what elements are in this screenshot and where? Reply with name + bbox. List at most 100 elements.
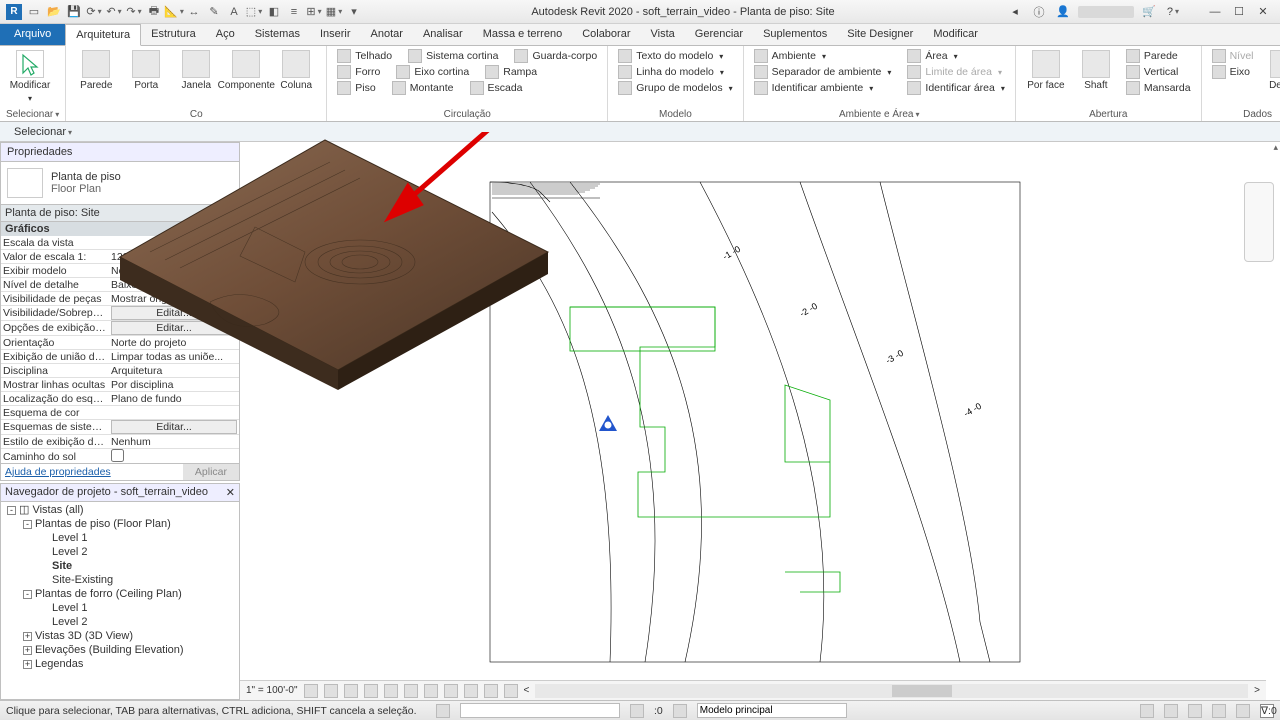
componente-button[interactable]: Componente [222, 48, 270, 93]
tab-arquitetura[interactable]: Arquitetura [65, 24, 141, 46]
tab-massa-e-terreno[interactable]: Massa e terreno [473, 24, 572, 45]
close-hidden-icon[interactable]: ⊞ [306, 4, 322, 20]
select-face-icon[interactable] [1212, 704, 1226, 718]
vertical-button[interactable]: Vertical [1122, 64, 1195, 80]
qat-custom-icon[interactable]: ▾ [346, 4, 362, 20]
select-pinned-icon[interactable] [1188, 704, 1202, 718]
apply-button[interactable]: Aplicar [183, 464, 239, 480]
limite-de-área-button[interactable]: Limite de área▾ [903, 64, 1008, 80]
tree-node[interactable]: Level 1 [1, 601, 239, 615]
open-icon[interactable]: ▭ [26, 4, 42, 20]
porta-button[interactable]: Porta [122, 48, 170, 93]
tab-gerenciar[interactable]: Gerenciar [685, 24, 753, 45]
área-button[interactable]: Área▾ [903, 48, 1008, 64]
forro-button[interactable]: Forro [333, 64, 384, 80]
piso-button[interactable]: Piso [333, 80, 379, 96]
definir-button[interactable]: Definir [1260, 48, 1280, 93]
save-icon[interactable]: 💾 [66, 4, 82, 20]
minimize-button[interactable]: — [1206, 5, 1224, 19]
tab-aço[interactable]: Aço [206, 24, 245, 45]
view-canvas[interactable]: -1 -0 -2 -0 -3 -0 -4 -0 [240, 142, 1280, 680]
sistema-cortina-button[interactable]: Sistema cortina [404, 48, 502, 64]
expand-icon[interactable]: - [23, 520, 32, 529]
help-icon[interactable]: ? [1164, 5, 1182, 19]
crop-region-icon[interactable] [424, 684, 438, 698]
tree-node[interactable]: Site-Existing [1, 573, 239, 587]
expand-icon[interactable]: + [23, 646, 32, 655]
print-icon[interactable]: 🖶 [146, 4, 162, 20]
expand-icon[interactable]: + [23, 660, 32, 669]
tab-modificar[interactable]: Modificar [923, 24, 988, 45]
close-icon[interactable]: ✕ [226, 486, 235, 499]
telhado-button[interactable]: Telhado [333, 48, 396, 64]
tab-anotar[interactable]: Anotar [361, 24, 413, 45]
tab-arquivo[interactable]: Arquivo [0, 24, 65, 45]
identificar-ambiente-button[interactable]: Identificar ambiente▾ [750, 80, 896, 96]
expand-icon[interactable]: - [7, 506, 16, 515]
tab-suplementos[interactable]: Suplementos [753, 24, 837, 45]
nível-button[interactable]: Nível [1208, 48, 1258, 64]
main-model-icon[interactable] [673, 704, 687, 718]
scroll-right-icon[interactable]: > [1254, 685, 1260, 696]
visual-style-icon[interactable] [324, 684, 338, 698]
tree-node[interactable]: Site [1, 559, 239, 573]
navigation-bar[interactable] [1244, 182, 1274, 262]
expand-icon[interactable]: + [23, 632, 32, 641]
grupo-de-modelos-button[interactable]: Grupo de modelos▾ [614, 80, 736, 96]
tag-icon[interactable]: ✎ [206, 4, 222, 20]
tab-site-designer[interactable]: Site Designer [837, 24, 923, 45]
tab-colaborar[interactable]: Colaborar [572, 24, 640, 45]
temp-hide-icon[interactable] [464, 684, 478, 698]
worksets-icon[interactable] [436, 704, 450, 718]
tree-node[interactable]: +Elevações (Building Elevation) [1, 643, 239, 657]
drag-elements-icon[interactable] [1236, 704, 1250, 718]
tab-vista[interactable]: Vista [641, 24, 685, 45]
tree-node[interactable]: -◫ Vistas (all) [1, 502, 239, 517]
parede-button[interactable]: Parede [72, 48, 120, 93]
scale-display[interactable]: 1" = 100'-0" [246, 685, 298, 696]
tab-analisar[interactable]: Analisar [413, 24, 473, 45]
tab-inserir[interactable]: Inserir [310, 24, 361, 45]
dim-icon[interactable]: ↔ [186, 4, 202, 20]
sync-icon[interactable]: ⟳ [86, 4, 102, 20]
tree-node[interactable]: -Plantas de forro (Ceiling Plan) [1, 587, 239, 601]
parede-button[interactable]: Parede [1122, 48, 1195, 64]
tree-node[interactable]: Level 1 [1, 531, 239, 545]
text-icon[interactable]: A [226, 4, 242, 20]
sun-path-icon[interactable] [344, 684, 358, 698]
apps-icon[interactable]: 🛒 [1140, 5, 1158, 19]
switch-win-icon[interactable]: ▦ [326, 4, 342, 20]
filter-icon[interactable]: ∇:0 [1260, 704, 1274, 718]
3d-icon[interactable]: ⬚ [246, 4, 262, 20]
design-options-icon[interactable] [630, 704, 644, 718]
shaft-button[interactable]: Shaft [1072, 48, 1120, 96]
signin-icon[interactable]: 👤 [1054, 5, 1072, 19]
tree-node[interactable]: Level 2 [1, 615, 239, 629]
tab-sistemas[interactable]: Sistemas [245, 24, 310, 45]
select-links-icon[interactable] [1140, 704, 1154, 718]
measure-icon[interactable]: 📐 [166, 4, 182, 20]
section-icon[interactable]: ◧ [266, 4, 282, 20]
prop-value[interactable]: Editar... [111, 420, 237, 434]
select-mode[interactable]: Selecionar [6, 124, 80, 140]
maximize-button[interactable]: ☐ [1230, 5, 1248, 19]
prop-value[interactable]: Plano de fundo [109, 393, 239, 405]
tree-node[interactable]: +Vistas 3D (3D View) [1, 629, 239, 643]
expand-icon[interactable]: - [23, 590, 32, 599]
guarda-corpo-button[interactable]: Guarda-corpo [510, 48, 601, 64]
ribbon-collapse-icon[interactable]: ▴ [1273, 142, 1278, 153]
sun-path-checkbox[interactable] [111, 449, 124, 462]
ambiente-button[interactable]: Ambiente▾ [750, 48, 896, 64]
prop-value[interactable]: Nenhum [109, 436, 239, 448]
workset-field[interactable] [460, 703, 620, 718]
escada-button[interactable]: Escada [466, 80, 527, 96]
analytic-icon[interactable] [504, 684, 518, 698]
detail-level-icon[interactable] [304, 684, 318, 698]
tree-node[interactable]: -Plantas de piso (Floor Plan) [1, 517, 239, 531]
close-button[interactable]: ✕ [1254, 5, 1272, 19]
modificar-button[interactable]: Modificar ▾ [6, 48, 54, 106]
rendering-icon[interactable] [384, 684, 398, 698]
separador-de-ambiente-button[interactable]: Separador de ambiente▾ [750, 64, 896, 80]
infocenter-icon[interactable]: ⓘ [1030, 5, 1048, 19]
crop-icon[interactable] [404, 684, 418, 698]
